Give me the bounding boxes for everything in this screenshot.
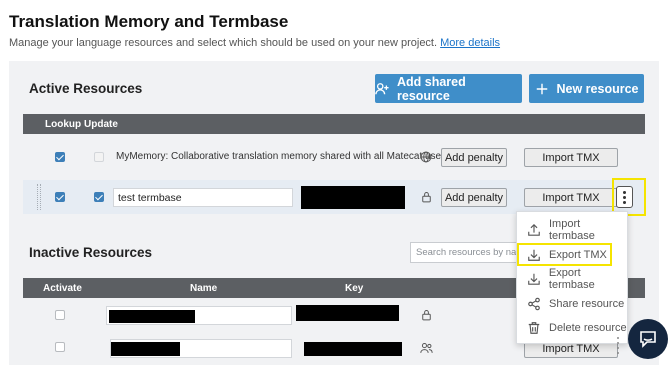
lock-icon (422, 192, 431, 203)
add-penalty-button[interactable]: Add penalty (441, 188, 507, 207)
menu-item-delete-resource[interactable]: Delete resource (517, 317, 629, 339)
page-subtitle: Manage your language resources and selec… (9, 37, 500, 49)
highlight-box (517, 243, 612, 266)
new-resource-label: New resource (556, 81, 639, 96)
add-shared-resource-label: Add shared resource (397, 74, 466, 103)
import-tmx-button[interactable]: Import TMX (524, 188, 618, 207)
inactive-resources-title: Inactive Resources (29, 245, 153, 260)
resource-name: MyMemory: Collaborative translation memo… (116, 151, 453, 162)
activate-checkbox[interactable] (55, 342, 65, 352)
lookup-checkbox[interactable] (55, 192, 65, 202)
redacted-name (111, 342, 180, 356)
menu-item-label: Delete resource (549, 322, 627, 334)
users-icon (420, 343, 433, 353)
column-name: Name (190, 283, 218, 294)
column-key: Key (345, 283, 364, 294)
add-user-icon (375, 82, 389, 94)
new-resource-button[interactable]: New resource (529, 74, 644, 103)
upload-icon (528, 223, 540, 236)
page-title: Translation Memory and Termbase (9, 12, 289, 31)
import-tmx-button[interactable]: Import TMX (524, 148, 618, 167)
resource-name-input[interactable]: test termbase (113, 188, 293, 207)
column-activate: Activate (43, 283, 82, 294)
menu-item-label: Import termbase (548, 218, 595, 242)
chat-icon (640, 331, 656, 348)
lock-icon (422, 310, 431, 321)
activate-checkbox[interactable] (55, 310, 65, 320)
add-shared-resource-button[interactable]: Add shared resource (375, 74, 522, 103)
lookup-checkbox[interactable] (55, 152, 65, 162)
column-update: Update (84, 119, 118, 130)
trash-icon (528, 322, 540, 334)
update-checkbox[interactable] (94, 192, 104, 202)
page-subtitle-text: Manage your language resources and selec… (9, 37, 438, 49)
menu-item-export-termbase[interactable]: Export termbase (517, 267, 629, 291)
plus-icon (536, 83, 547, 94)
search-input[interactable]: Search resources by name (410, 242, 518, 263)
redacted-key (296, 305, 399, 321)
active-resources-title: Active Resources (29, 81, 143, 96)
menu-item-label: Export termbase (548, 267, 595, 291)
redacted-key (304, 342, 402, 356)
chat-button[interactable] (628, 319, 668, 359)
redacted-key (301, 186, 405, 209)
download-icon (528, 273, 540, 285)
column-lookup: Lookup (45, 119, 82, 130)
active-table-header: Lookup Update (23, 114, 645, 134)
drag-handle[interactable] (37, 184, 41, 210)
search-placeholder: Search resources by name (416, 247, 517, 258)
menu-item-label: Share resource (549, 298, 625, 310)
update-checkbox[interactable] (94, 152, 104, 162)
more-details-link[interactable]: More details (440, 37, 500, 49)
menu-item-import-termbase[interactable]: Import termbase (517, 218, 629, 242)
redacted-name (109, 310, 195, 323)
globe-icon (420, 151, 432, 163)
add-penalty-button[interactable]: Add penalty (441, 148, 507, 167)
resource-options-menu: Import termbase Export TMX Export termba… (516, 211, 628, 344)
share-icon (528, 297, 540, 311)
drag-dots-icon (617, 337, 625, 357)
menu-item-share-resource[interactable]: Share resource (517, 293, 629, 315)
